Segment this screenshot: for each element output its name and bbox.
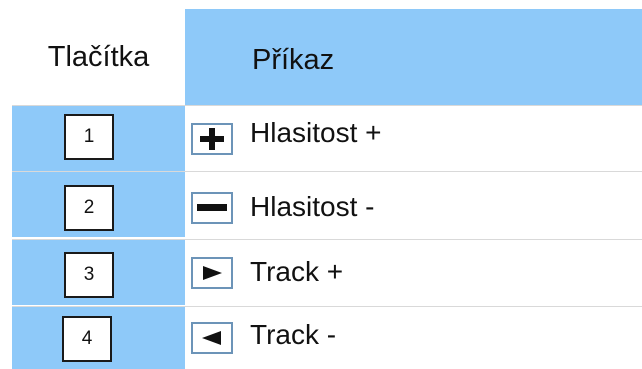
header-buttons-label: Tlačítka	[47, 40, 150, 73]
row-divider	[12, 239, 642, 240]
minus-icon	[191, 192, 233, 224]
command-cell: Hlasitost -	[185, 171, 642, 237]
table-row: 4 Track -	[12, 306, 642, 369]
command-label: Track +	[250, 256, 344, 287]
row-divider	[12, 306, 642, 307]
button-cell: 1	[12, 105, 185, 171]
command-label: Hlasitost -	[250, 191, 375, 222]
button-number-box: 2	[64, 185, 114, 231]
row-divider	[12, 105, 642, 106]
command-label: Track -	[250, 319, 337, 350]
right-triangle-icon	[191, 257, 233, 289]
header-command-label: Příkaz	[252, 43, 335, 76]
command-label: Hlasitost +	[250, 117, 382, 148]
table-row: 3 Track +	[12, 239, 642, 305]
table-row: 1 Hlasitost +	[12, 105, 642, 171]
button-number: 4	[81, 328, 93, 349]
button-number-box: 3	[64, 252, 114, 298]
button-number: 1	[83, 126, 95, 147]
header-command-cell: Příkaz	[185, 9, 642, 105]
left-triangle-icon	[191, 322, 233, 354]
command-cell: Hlasitost +	[185, 105, 642, 171]
button-cell: 3	[12, 239, 185, 305]
table-row: 2 Hlasitost -	[12, 171, 642, 237]
command-table: Tlačítka Příkaz 1 Hlasitost + 2 Hlasitos…	[12, 9, 642, 369]
command-cell: Track -	[185, 306, 642, 369]
button-number: 3	[83, 264, 95, 285]
header-buttons-cell: Tlačítka	[12, 9, 185, 105]
button-cell: 4	[12, 306, 185, 369]
row-divider	[12, 171, 642, 172]
button-number: 2	[83, 197, 95, 218]
button-number-box: 4	[62, 316, 112, 362]
table-header: Tlačítka Příkaz	[12, 9, 642, 105]
plus-icon	[191, 123, 233, 155]
button-number-box: 1	[64, 114, 114, 160]
command-cell: Track +	[185, 239, 642, 305]
button-cell: 2	[12, 171, 185, 237]
